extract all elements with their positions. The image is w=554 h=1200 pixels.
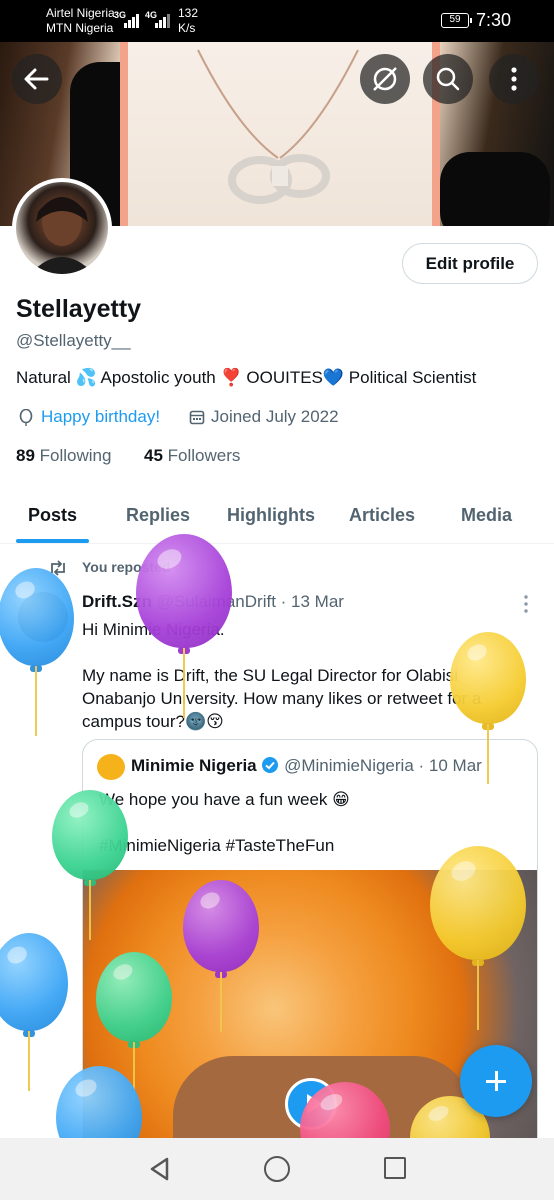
quoted-text-line-1: We hope you have a fun week 😁 <box>99 790 350 809</box>
minimie-logo-icon <box>97 754 125 780</box>
tab-highlights[interactable]: Highlights <box>227 505 315 526</box>
quoted-post-header: Minimie Nigeria @MinimieNigeria · 10 Mar <box>131 756 482 776</box>
profile-tabs: Posts Replies Highlights Articles Media <box>0 488 554 544</box>
tab-replies[interactable]: Replies <box>126 505 190 526</box>
back-arrow-icon <box>24 68 49 90</box>
profile-avatar[interactable] <box>12 178 112 278</box>
clock: 7:30 <box>476 10 512 30</box>
verified-badge-icon <box>262 757 279 773</box>
balloon-decoration <box>96 952 172 1102</box>
system-nav-bar <box>0 1138 554 1200</box>
nav-home-icon[interactable] <box>264 1156 290 1182</box>
quoted-author-name: Minimie Nigeria <box>131 756 257 775</box>
more-options-button[interactable] <box>489 54 539 104</box>
calendar-icon <box>189 410 205 425</box>
compose-post-button[interactable] <box>460 1045 532 1117</box>
quoted-post-date: · 10 Mar <box>418 756 482 775</box>
birthday-link[interactable]: Happy birthday! <box>41 407 160 427</box>
edit-profile-button[interactable]: Edit profile <box>402 243 538 284</box>
balloon-decoration <box>52 790 128 940</box>
balloon-decoration <box>0 568 74 736</box>
more-vertical-icon <box>511 67 517 91</box>
no-sync-button[interactable] <box>360 54 410 104</box>
no-sync-icon <box>373 67 397 91</box>
tab-media[interactable]: Media <box>461 505 512 526</box>
joined-date: Joined July 2022 <box>211 407 339 426</box>
network-speed: 132 K/s <box>178 6 199 35</box>
carrier-2: MTN Nigeria <box>46 21 114 35</box>
following-count-link[interactable]: 89 Following <box>16 446 111 466</box>
search-icon <box>436 67 460 91</box>
quoted-author-handle: @MinimieNigeria <box>284 756 414 775</box>
balloon-decoration <box>136 534 232 718</box>
user-handle: @Stellayetty__ <box>16 331 131 350</box>
signal-icon <box>124 12 142 28</box>
display-name: Stellayetty <box>16 295 142 323</box>
back-button[interactable] <box>12 54 62 104</box>
nav-recents-icon[interactable] <box>384 1157 406 1179</box>
followers-count-link[interactable]: 45 Followers <box>144 446 240 466</box>
balloon-icon <box>19 409 33 426</box>
balloon-decoration <box>450 632 526 784</box>
tab-articles[interactable]: Articles <box>349 505 415 526</box>
profile-bio: Natural 💦 Apostolic youth ❣️ OOUITES💙 Po… <box>16 368 477 387</box>
carrier-1: Airtel Nigeria <box>46 6 115 20</box>
balloon-decoration <box>0 933 68 1091</box>
search-button[interactable] <box>423 54 473 104</box>
active-tab-indicator <box>16 539 89 543</box>
nav-back-icon[interactable] <box>147 1156 173 1182</box>
avatar-photo <box>30 197 94 274</box>
status-bar: Airtel Nigeria MTN Nigeria 3G 4G 132 K/s… <box>0 0 554 42</box>
battery-icon: 59 <box>441 13 472 28</box>
post-date: · 13 Mar <box>280 592 344 611</box>
post-more-icon[interactable] <box>518 594 534 614</box>
signal-icon <box>155 12 173 28</box>
carrier-names: Airtel Nigeria MTN Nigeria <box>46 6 115 36</box>
balloon-decoration <box>183 880 259 1032</box>
balloon-decoration <box>430 846 526 1030</box>
tab-posts[interactable]: Posts <box>28 505 77 526</box>
